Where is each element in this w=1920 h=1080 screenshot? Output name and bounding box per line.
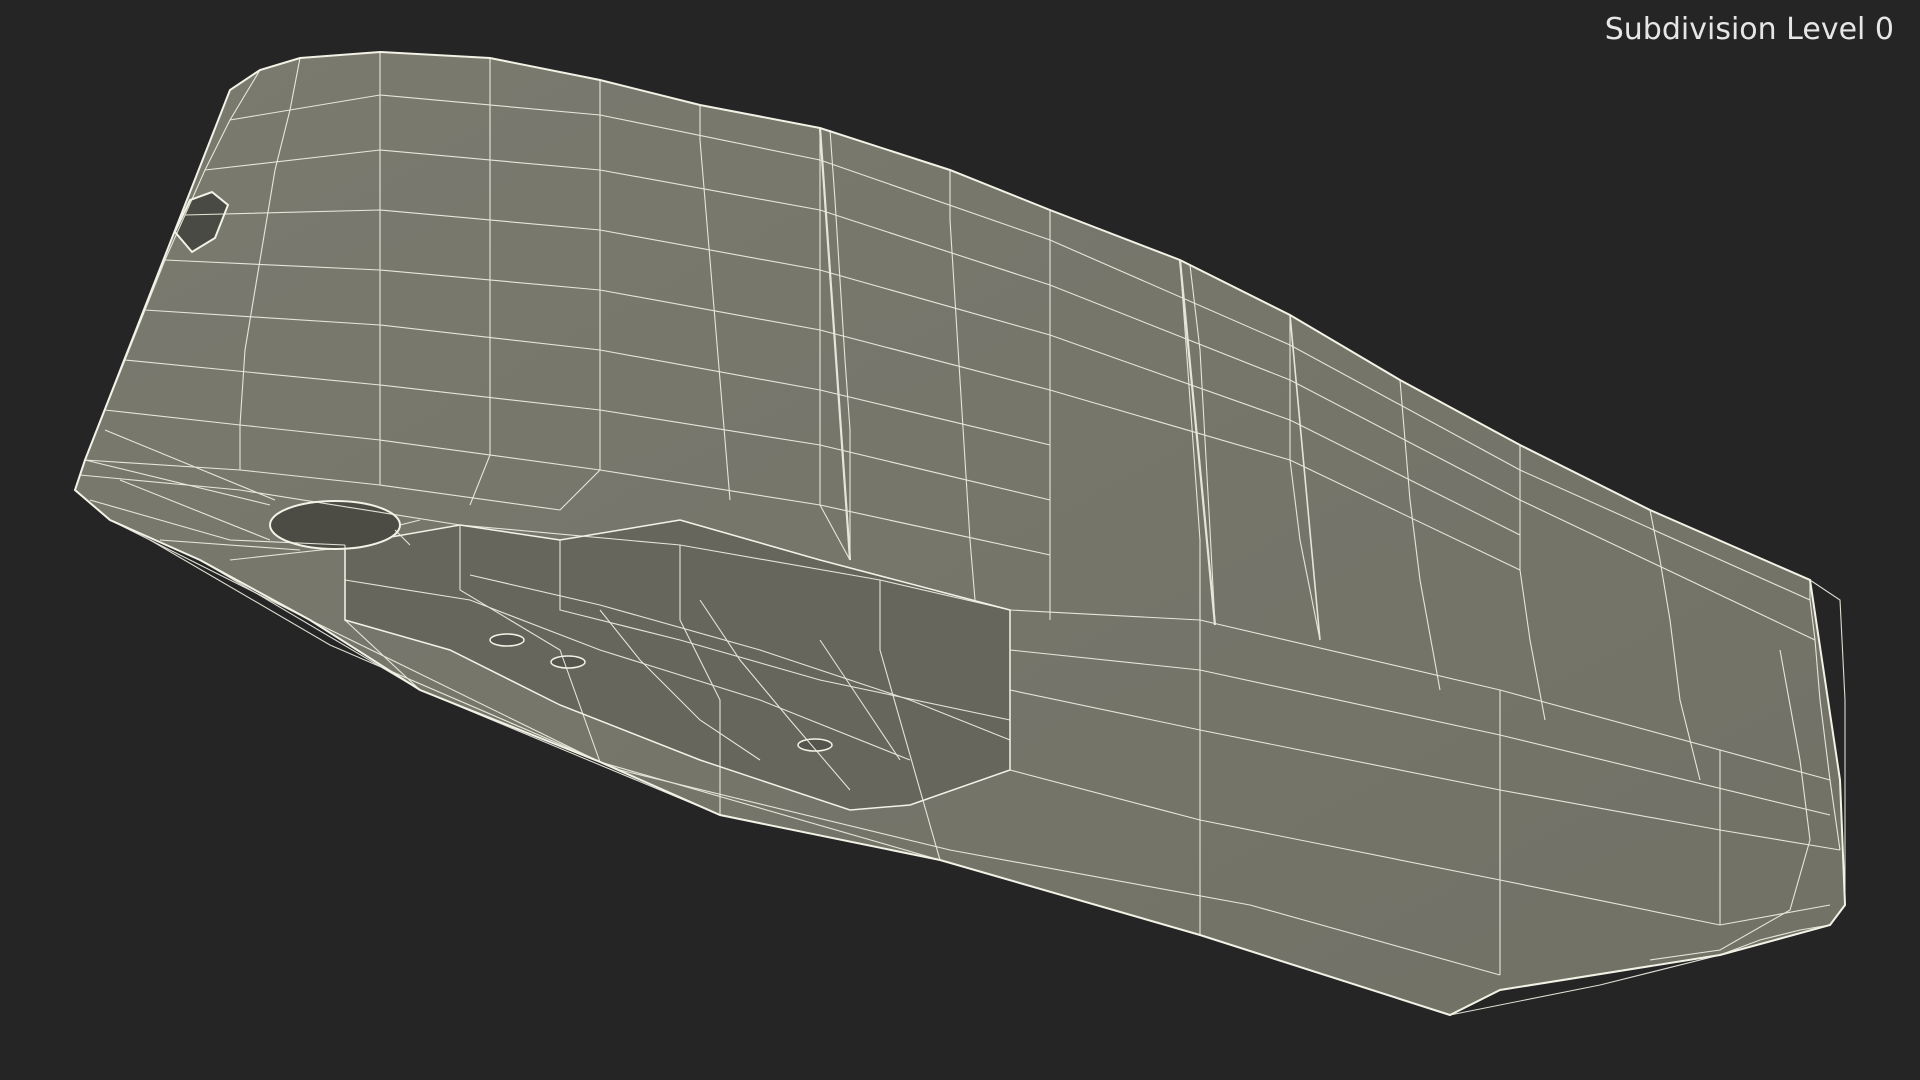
model-surface	[73, 50, 1847, 1017]
screw-hole	[550, 655, 586, 669]
3d-viewport[interactable]: Subdivision Level 0	[0, 0, 1920, 1080]
screw-hole	[489, 633, 525, 647]
mount-hole	[269, 500, 401, 550]
subdivision-level-label: Subdivision Level 0	[1604, 12, 1894, 47]
wireframe-render	[73, 50, 1847, 1017]
